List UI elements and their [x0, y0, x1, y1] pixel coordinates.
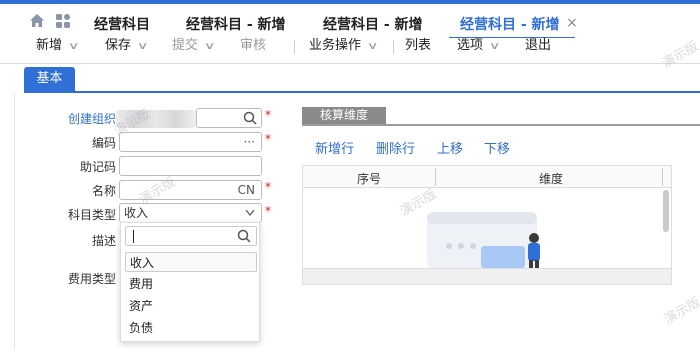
required-mark: * [265, 204, 271, 218]
chevron-down-icon: ∨ [366, 41, 379, 52]
grid-footer [303, 268, 671, 284]
text-caret [133, 230, 134, 243]
exit-button[interactable]: 退出 [525, 38, 551, 64]
chevron-down-icon: ∨ [136, 41, 149, 52]
description-label: 描述 [92, 234, 117, 248]
top-tab-bar: 经营科目 经营科目 - 新增 经营科目 - 新增 经营科目 - 新增 × [0, 0, 700, 40]
audit-button[interactable]: 审核 [240, 38, 266, 64]
more-icon[interactable]: ··· [244, 133, 255, 151]
required-mark: * [265, 108, 271, 122]
audit-label: 审核 [240, 38, 267, 53]
name-label: 名称 [92, 184, 117, 198]
save-label: 保存 [105, 38, 132, 53]
type-label: 科目类型 [68, 208, 117, 222]
close-icon[interactable]: × [566, 15, 578, 31]
move-up-button[interactable]: 上移 [437, 138, 463, 157]
list-label: 列表 [405, 38, 432, 53]
watermark: 演示版 [661, 294, 700, 328]
grid-header: 序号 维度 [303, 166, 671, 188]
options-label: 选项 [457, 38, 484, 53]
chevron-down-icon[interactable] [245, 209, 255, 217]
column-divider [435, 168, 436, 186]
business-ops-button[interactable]: 业务操作 ∨ [309, 38, 379, 64]
chevron-down-icon: ∨ [67, 41, 80, 52]
language-indicator[interactable]: CN [238, 181, 255, 199]
tab-account-list[interactable]: 经营科目 [94, 14, 150, 34]
home-icon[interactable] [29, 13, 45, 29]
dropdown-search-input[interactable] [125, 226, 257, 246]
chevron-down-icon: ∨ [488, 41, 501, 52]
mnemonic-field[interactable] [119, 156, 262, 176]
org-field[interactable] [196, 108, 262, 128]
chevron-down-icon: ∨ [203, 41, 216, 52]
add-row-button[interactable]: 新增行 [315, 138, 354, 157]
empty-state-illustration [427, 212, 540, 268]
dropdown-option-asset[interactable]: 资产 [125, 296, 257, 316]
type-dropdown: 收入 费用 资产 负债 [120, 222, 260, 342]
mnemonic-label: 助记码 [80, 160, 117, 174]
submit-button[interactable]: 提交 ∨ [172, 38, 216, 64]
column-header-dimension[interactable]: 维度 [539, 170, 563, 187]
code-label: 编码 [92, 136, 117, 150]
tab-accounting-dimension[interactable]: 核算维度 [302, 107, 386, 124]
type-select[interactable]: 收入 [119, 203, 262, 223]
panel-tab-underline [302, 124, 700, 126]
app-grid-icon[interactable] [55, 13, 71, 29]
new-button[interactable]: 新增 ∨ [36, 38, 80, 64]
exit-label: 退出 [525, 38, 552, 53]
column-header-seq[interactable]: 序号 [357, 170, 381, 187]
page-tab-underline [24, 91, 700, 93]
search-icon[interactable] [237, 229, 251, 243]
org-value-blurred [116, 110, 196, 128]
left-border [14, 93, 15, 349]
required-mark: * [265, 132, 271, 146]
submit-label: 提交 [172, 38, 199, 53]
divider [294, 40, 295, 54]
column-divider [662, 168, 663, 186]
dropdown-option-expense[interactable]: 费用 [125, 274, 257, 294]
delete-row-button[interactable]: 删除行 [376, 138, 415, 157]
toolbar: 新增 ∨ 保存 ∨ 提交 ∨ 审核 业务操作 ∨ 列表 选项 ∨ 退出 [0, 38, 700, 64]
tab-basic[interactable]: 基本 [24, 67, 75, 91]
move-down-button[interactable]: 下移 [484, 138, 510, 157]
required-mark: * [265, 180, 271, 194]
tab-account-new-1[interactable]: 经营科目 - 新增 [186, 14, 286, 34]
search-icon[interactable] [243, 111, 257, 125]
new-label: 新增 [36, 38, 63, 53]
fee-type-label: 费用类型 [68, 272, 117, 286]
save-button[interactable]: 保存 ∨ [105, 38, 149, 64]
list-button[interactable]: 列表 [405, 38, 431, 64]
vertical-scrollbar[interactable] [663, 190, 669, 232]
options-button[interactable]: 选项 ∨ [457, 38, 501, 64]
code-field[interactable]: ··· [119, 132, 262, 152]
name-field[interactable]: CN [119, 180, 262, 200]
tab-account-new-2[interactable]: 经营科目 - 新增 [323, 14, 423, 34]
dropdown-option-liability[interactable]: 负债 [125, 318, 257, 338]
dimension-grid: 序号 维度 [302, 165, 672, 285]
org-label[interactable]: 创建组织 [68, 110, 116, 127]
divider [393, 40, 394, 54]
tab-account-new-active[interactable]: 经营科目 - 新增 [460, 14, 560, 34]
dropdown-option-income[interactable]: 收入 [125, 252, 257, 272]
business-ops-label: 业务操作 [309, 38, 362, 53]
type-value: 收入 [124, 206, 149, 220]
